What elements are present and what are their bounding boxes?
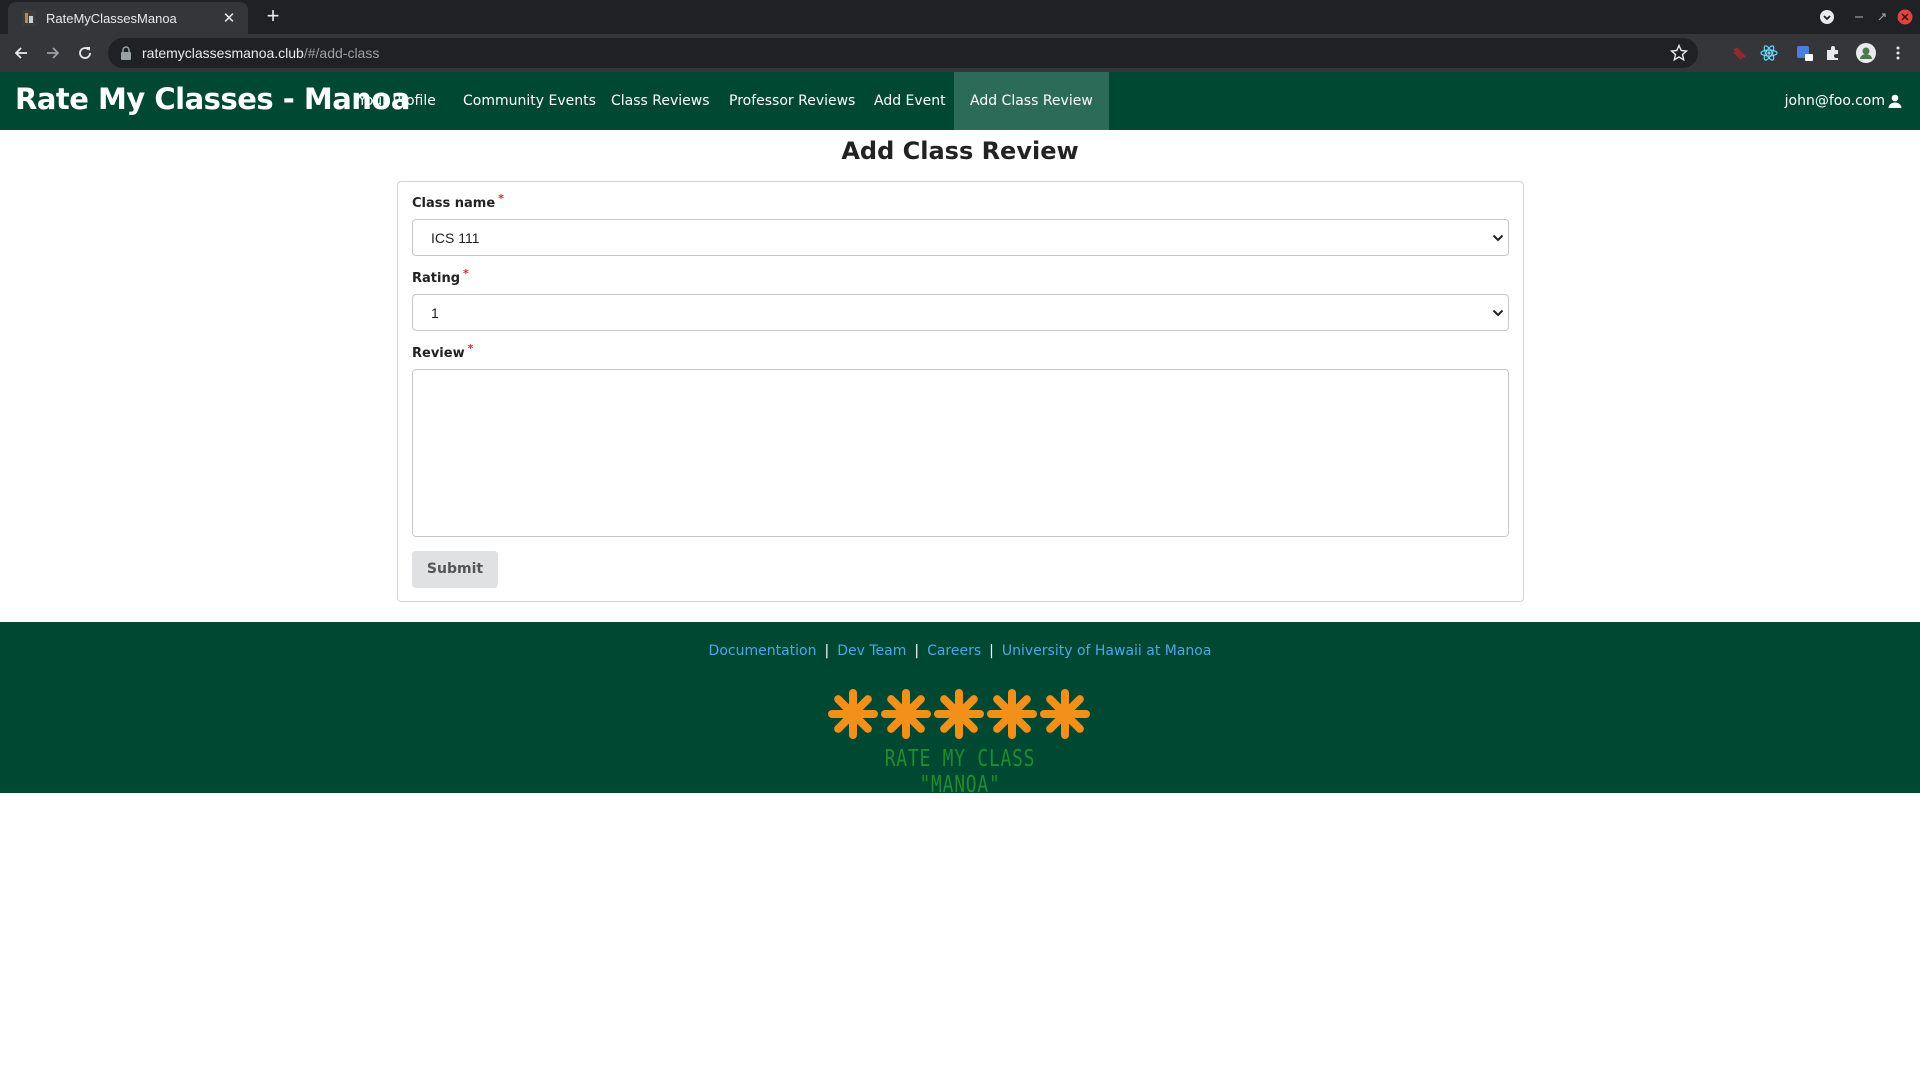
class-name-label: Class name * bbox=[412, 192, 504, 211]
logo-text: RATE MY CLASS "MANOA" bbox=[884, 746, 1036, 798]
chevron-down-icon bbox=[1492, 309, 1504, 317]
url-path: /#/add-class bbox=[303, 45, 380, 61]
close-window-icon[interactable] bbox=[1896, 8, 1914, 26]
tab-search-icon[interactable] bbox=[1818, 8, 1836, 26]
footer-separator: | bbox=[914, 643, 920, 659]
nav-class-reviews[interactable]: Class Reviews bbox=[595, 72, 726, 130]
extension-blue-icon[interactable] bbox=[1795, 43, 1815, 63]
back-icon[interactable] bbox=[10, 42, 32, 64]
url-host: ratemyclassesmanoa.club bbox=[142, 45, 304, 61]
nav-add-class-review[interactable]: Add Class Review bbox=[954, 72, 1109, 130]
logo-star-icon bbox=[1040, 689, 1090, 739]
footer-link-documentation[interactable]: Documentation bbox=[709, 643, 817, 659]
site-favicon-icon bbox=[22, 10, 36, 26]
logo-star-icon bbox=[934, 689, 984, 739]
forward-icon[interactable] bbox=[42, 42, 64, 64]
rating-select[interactable]: 1 bbox=[412, 294, 1509, 331]
browser-tab-strip: RateMyClassesManoa ✕ + bbox=[0, 0, 1920, 34]
lock-icon bbox=[121, 46, 131, 60]
address-bar[interactable]: ratemyclassesmanoa.club/#/add-class bbox=[108, 38, 1698, 68]
nav-your-profile[interactable]: Your Profile bbox=[342, 72, 452, 130]
footer-links: Documentation | Dev Team | Careers | Universit… bbox=[0, 643, 1920, 659]
rating-label-text: Rating bbox=[412, 271, 461, 286]
footer-logo: RATE MY CLASS "MANOA" bbox=[826, 684, 1094, 798]
tab-close-icon[interactable]: ✕ bbox=[220, 9, 238, 27]
user-email: john@foo.com bbox=[1784, 93, 1885, 109]
submit-button[interactable]: Submit bbox=[412, 551, 498, 588]
add-class-review-form: Class name * ICS 111 Rating * 1 Review * Su… bbox=[397, 181, 1524, 602]
browser-menu-icon[interactable] bbox=[1888, 43, 1908, 63]
browser-tab[interactable]: RateMyClassesManoa ✕ bbox=[8, 2, 248, 34]
review-textarea[interactable] bbox=[412, 369, 1509, 537]
required-marker: * bbox=[467, 342, 474, 355]
bookmark-star-icon[interactable] bbox=[1670, 44, 1688, 62]
nav-community-events[interactable]: Community Events bbox=[447, 72, 612, 130]
class-name-value: ICS 111 bbox=[431, 229, 480, 246]
new-tab-button[interactable]: + bbox=[262, 5, 284, 28]
extension-red-icon[interactable] bbox=[1729, 43, 1749, 63]
minimize-icon[interactable] bbox=[1850, 8, 1868, 26]
footer-link-dev-team[interactable]: Dev Team bbox=[837, 643, 906, 659]
class-name-label-text: Class name bbox=[412, 196, 496, 211]
user-menu[interactable]: john@foo.com bbox=[1785, 72, 1902, 130]
nav-add-event[interactable]: Add Event bbox=[858, 72, 962, 130]
rating-label: Rating * bbox=[412, 267, 469, 286]
rating-value: 1 bbox=[431, 304, 439, 321]
footer-link-uh-manoa[interactable]: University of Hawaii at Manoa bbox=[1002, 643, 1212, 659]
chevron-down-icon bbox=[1492, 234, 1504, 242]
nav-professor-reviews[interactable]: Professor Reviews bbox=[713, 72, 871, 130]
review-label: Review * bbox=[412, 342, 473, 361]
review-label-text: Review bbox=[412, 346, 465, 361]
extensions-puzzle-icon[interactable] bbox=[1823, 43, 1843, 63]
logo-stars bbox=[828, 689, 1090, 739]
logo-star-icon bbox=[987, 689, 1037, 739]
footer-separator: | bbox=[824, 643, 830, 659]
logo-star-icon bbox=[828, 689, 878, 739]
footer-link-careers[interactable]: Careers bbox=[927, 643, 981, 659]
reload-icon[interactable] bbox=[74, 42, 96, 64]
logo-star-icon bbox=[881, 689, 931, 739]
required-marker: * bbox=[463, 267, 469, 280]
browser-toolbar: ratemyclassesmanoa.club/#/add-class bbox=[0, 34, 1920, 72]
class-name-select[interactable]: ICS 111 bbox=[412, 219, 1509, 256]
footer-separator: | bbox=[989, 643, 994, 659]
site-navbar: Rate My Classes - Manoa Your Profile Com… bbox=[0, 72, 1920, 130]
site-footer: Documentation | Dev Team | Careers | Universit… bbox=[0, 622, 1920, 798]
restore-icon[interactable] bbox=[1873, 8, 1891, 26]
tab-title: RateMyClassesManoa bbox=[46, 10, 177, 26]
required-marker: * bbox=[498, 192, 504, 205]
profile-avatar-icon[interactable] bbox=[1856, 43, 1876, 63]
user-icon bbox=[1888, 94, 1902, 108]
react-devtools-icon[interactable] bbox=[1759, 43, 1779, 63]
page-title: Add Class Review bbox=[841, 137, 1079, 165]
